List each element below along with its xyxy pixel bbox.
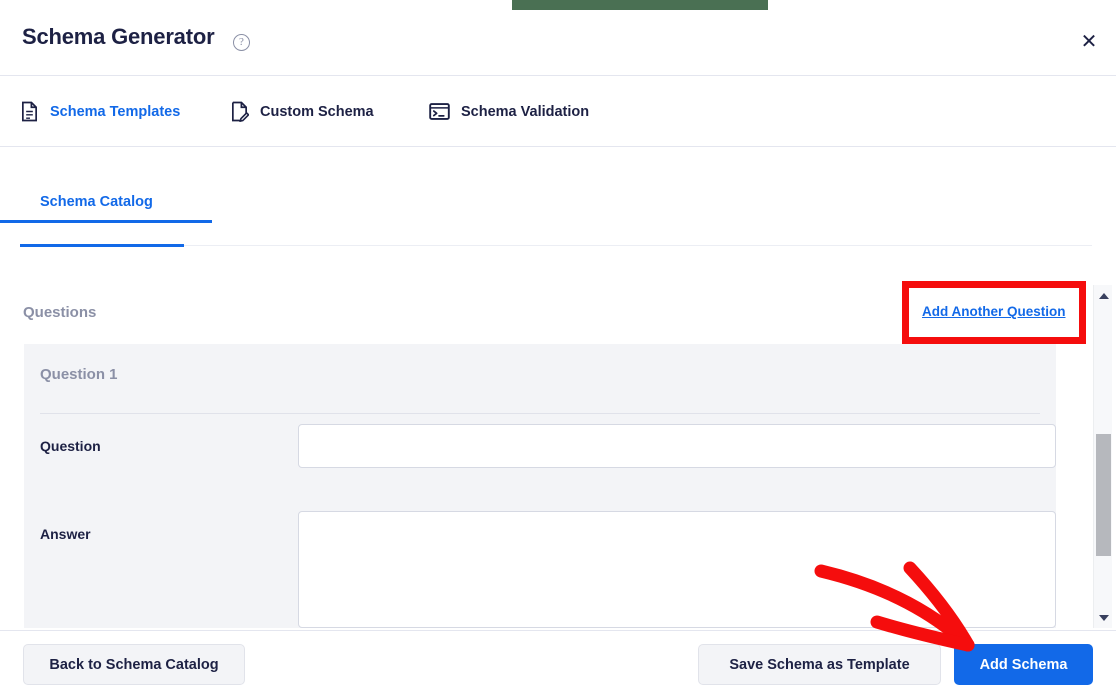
tabbar-baseline — [0, 146, 1116, 147]
page-title: Schema Generator — [22, 24, 215, 49]
questions-section-label: Questions — [23, 304, 97, 321]
tab-label: Schema Templates — [50, 103, 181, 120]
question-field-label: Question — [40, 438, 101, 454]
schema-generator-modal: Schema Generator ? ✕ Schema Templates Cu… — [0, 0, 1116, 694]
chevron-up-icon[interactable] — [1094, 287, 1113, 304]
question-card-title: Question 1 — [40, 366, 118, 383]
content-area: Questions Add Another Question Question … — [0, 248, 1116, 628]
question-card: Question 1 Question Answer — [24, 344, 1056, 628]
add-another-question-link[interactable]: Add Another Question — [922, 304, 1066, 319]
tab-label: Custom Schema — [260, 103, 374, 120]
scrollbar-thumb[interactable] — [1096, 434, 1111, 556]
back-to-schema-catalog-button[interactable]: Back to Schema Catalog — [23, 644, 245, 685]
content-scrollbar[interactable] — [1093, 285, 1112, 628]
main-tabbar: Schema Templates Custom Schema Schema Va… — [0, 76, 1116, 223]
save-schema-as-template-button[interactable]: Save Schema as Template — [698, 644, 941, 685]
question-card-divider — [40, 413, 1040, 414]
chevron-down-icon[interactable] — [1094, 609, 1113, 626]
subtab-baseline — [24, 245, 1092, 246]
tab-schema-validation[interactable]: Schema Validation — [429, 76, 589, 147]
tab-schema-templates[interactable]: Schema Templates — [20, 76, 180, 147]
document-pencil-icon — [230, 101, 249, 122]
background-green-strip — [512, 0, 768, 10]
sub-tabbar: Schema Catalog — [0, 160, 1116, 247]
modal-footer: Back to Schema Catalog Save Schema as Te… — [0, 631, 1116, 694]
terminal-icon — [429, 102, 450, 121]
answer-field-label: Answer — [40, 526, 91, 542]
modal-header: Schema Generator ? ✕ — [0, 10, 1116, 75]
tab-label: Schema Validation — [461, 103, 590, 120]
add-schema-button[interactable]: Add Schema — [954, 644, 1093, 685]
answer-textarea[interactable] — [298, 511, 1056, 628]
subtab-schema-catalog[interactable]: Schema Catalog — [40, 194, 153, 210]
question-circle-icon[interactable]: ? — [233, 34, 250, 51]
active-subtab-underline — [20, 244, 184, 247]
document-lines-icon — [20, 101, 39, 122]
close-icon[interactable]: ✕ — [1072, 24, 1106, 58]
tab-custom-schema[interactable]: Custom Schema — [230, 76, 374, 147]
question-input[interactable] — [298, 424, 1056, 468]
